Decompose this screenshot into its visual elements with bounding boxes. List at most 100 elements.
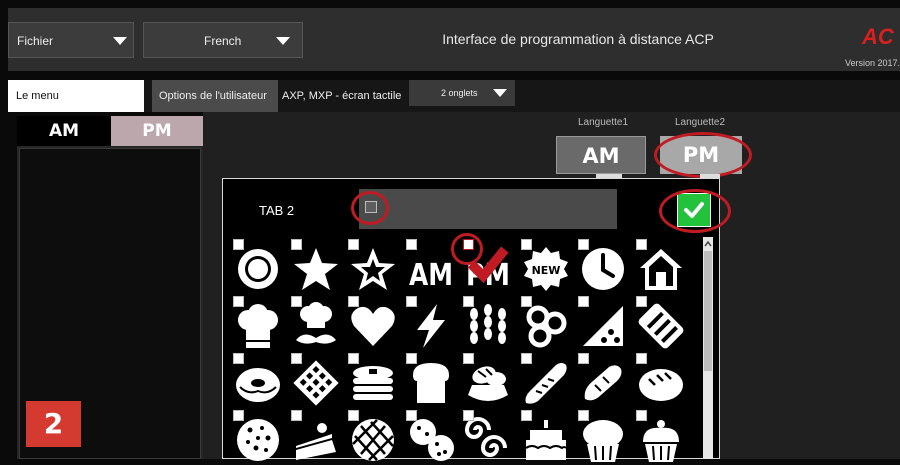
lightning-icon: [416, 304, 445, 348]
icon-checkbox[interactable]: [520, 353, 532, 364]
icon-checkbox[interactable]: [290, 410, 302, 421]
cookies-icon: [409, 419, 454, 461]
icon-checkbox[interactable]: [405, 353, 417, 364]
icon-cell-pizza-slice[interactable]: [574, 294, 631, 351]
icon-cell-cake[interactable]: [517, 408, 574, 465]
tab-user-options[interactable]: Options de l'utilisateur: [152, 80, 278, 112]
pancakes-icon: [353, 366, 393, 400]
version-label: Version 2017.: [844, 58, 900, 68]
icon-cell-clock[interactable]: [574, 237, 631, 294]
icon-checkbox[interactable]: [520, 296, 532, 307]
step-badge: 2: [26, 401, 81, 447]
icon-cell-muffin[interactable]: [574, 408, 631, 465]
icon-checkbox[interactable]: [635, 239, 647, 250]
am-icon: AM: [409, 258, 453, 293]
app-title: Interface de programmation à distance AC…: [442, 31, 714, 47]
icon-checkbox[interactable]: [233, 239, 244, 250]
candy-bar-icon: [638, 303, 683, 349]
cinnamon-rolls-icon: [464, 417, 507, 457]
icon-cell-star[interactable]: [287, 237, 344, 294]
icon-checkbox[interactable]: [635, 296, 647, 307]
icon-checkbox[interactable]: [578, 410, 589, 421]
icon-checkbox[interactable]: [635, 410, 647, 421]
icon-checkbox[interactable]: [405, 296, 417, 307]
icon-cell-chef-mustache[interactable]: [287, 294, 344, 351]
icon-checkbox[interactable]: [463, 296, 474, 307]
chef-hat-icon: [238, 304, 278, 348]
icon-cell-bread-slice[interactable]: [402, 351, 459, 408]
icon-cell-cupcake[interactable]: [632, 408, 689, 465]
icon-checkbox[interactable]: [635, 353, 647, 364]
pizza-slice-icon: [583, 306, 623, 346]
icon-cell-cake-slice[interactable]: [287, 408, 344, 465]
icon-cell-wheat[interactable]: [459, 294, 516, 351]
tab-menu[interactable]: Le menu: [8, 80, 144, 112]
icon-checkbox[interactable]: [520, 410, 532, 421]
icon-checkbox[interactable]: [348, 296, 359, 307]
icon-cell-bagels[interactable]: [517, 294, 574, 351]
icon-cell-donut[interactable]: [229, 351, 286, 408]
donut-icon: [236, 368, 280, 402]
icon-checkbox[interactable]: [290, 353, 302, 364]
icon-cell-home[interactable]: [632, 237, 689, 294]
icon-cell-bread-loaf[interactable]: [632, 351, 689, 408]
icon-cell-cookies[interactable]: [402, 408, 459, 465]
icon-checkbox[interactable]: [405, 239, 417, 250]
icon-cell-new-badge[interactable]: NEW: [517, 237, 574, 294]
scroll-up-icon[interactable]: [703, 239, 713, 249]
tab-user-options-label: Options de l'utilisateur: [159, 90, 267, 102]
icon-checkbox[interactable]: [290, 296, 302, 307]
language-tab1-button[interactable]: AM: [556, 136, 646, 174]
icon-checkbox[interactable]: [233, 353, 244, 364]
scrollbar-thumb[interactable]: [704, 251, 712, 371]
icon-cell-bread-basket[interactable]: [459, 351, 516, 408]
icon-checkbox[interactable]: [463, 353, 474, 364]
icon-cell-cinnamon-rolls[interactable]: [459, 408, 516, 465]
icon-cell-croissant[interactable]: [574, 351, 631, 408]
tab-name-label: TAB 2: [259, 203, 295, 218]
icon-cell-pancakes[interactable]: [344, 351, 401, 408]
icon-cell-am[interactable]: AM: [402, 237, 459, 294]
icon-checkbox[interactable]: [520, 239, 532, 250]
icon-cell-waffle[interactable]: [287, 351, 344, 408]
highlight-ring-pm-checkbox: [451, 233, 483, 265]
chevron-down-icon: [113, 37, 127, 45]
icon-checkbox[interactable]: [348, 353, 359, 364]
icon-checkbox[interactable]: [578, 353, 589, 364]
icon-cell-star-outline[interactable]: [344, 237, 401, 294]
tab-am-label: AM: [48, 121, 80, 141]
tabs-count-label: 2 onglets: [441, 88, 478, 98]
icon-checkbox[interactable]: [348, 410, 359, 421]
icon-checkbox[interactable]: [578, 296, 589, 307]
icon-checkbox[interactable]: [578, 239, 589, 250]
home-icon: [639, 249, 682, 290]
icon-checkbox[interactable]: [348, 239, 359, 250]
tab-edit-dialog: TAB 2 AM PM NEW: [222, 178, 731, 462]
wheat-icon: [470, 304, 506, 344]
tab-pm[interactable]: PM: [111, 116, 203, 146]
icon-cell-heart[interactable]: [344, 294, 401, 351]
icon-cell-pie[interactable]: [344, 408, 401, 465]
tab-name-input[interactable]: [359, 189, 617, 229]
icon-checkbox[interactable]: [405, 410, 417, 421]
icon-checkbox[interactable]: [233, 296, 244, 307]
bagels-icon: [526, 305, 566, 348]
language-dropdown[interactable]: French: [143, 22, 303, 58]
icon-cell-circle[interactable]: [229, 237, 286, 294]
icon-cell-lightning[interactable]: [402, 294, 459, 351]
icon-cell-baguette[interactable]: [517, 351, 574, 408]
svg-text:AM: AM: [409, 258, 453, 293]
icon-checkbox[interactable]: [233, 410, 244, 421]
icon-cell-chef-hat[interactable]: [229, 294, 286, 351]
tabs-count-dropdown[interactable]: 2 onglets: [409, 80, 515, 106]
file-menu-dropdown[interactable]: Fichier: [8, 22, 134, 58]
icon-cell-candy-bar[interactable]: [632, 294, 689, 351]
icon-cell-cookie[interactable]: [229, 408, 286, 465]
icon-checkbox[interactable]: [463, 410, 474, 421]
tab-am[interactable]: AM: [17, 116, 111, 146]
icon-grid-scrollbar[interactable]: [703, 237, 713, 459]
pie-icon: [352, 419, 394, 461]
chef-mustache-icon: [295, 302, 336, 344]
tab-menu-label: Le menu: [16, 90, 59, 102]
icon-checkbox[interactable]: [290, 239, 302, 250]
